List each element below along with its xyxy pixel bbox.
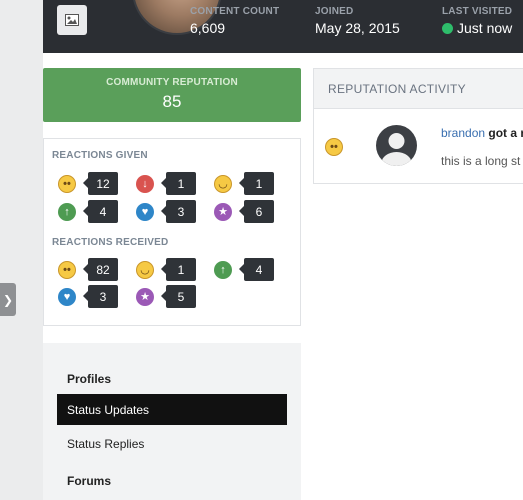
reactions-given-title: REACTIONS GIVEN — [52, 150, 148, 161]
stat-value: May 28, 2015 — [315, 20, 400, 36]
reaction-received-trophy[interactable]: ★ 5 — [136, 285, 196, 308]
stat-value: 6,609 — [190, 20, 226, 36]
trophy-icon: ★ — [214, 202, 232, 221]
user-avatar[interactable] — [376, 125, 417, 166]
reputation-label: COMMUNITY REPUTATION — [106, 77, 238, 88]
thumbs-up-icon: ↑ — [214, 260, 232, 279]
heart-icon: ♥ — [58, 287, 76, 306]
reaction-given-heart[interactable]: ♥ 3 — [136, 200, 196, 223]
reaction-count: 1 — [239, 172, 274, 195]
reaction-received-heart[interactable]: ♥ 3 — [58, 285, 118, 308]
reaction-count: 4 — [239, 258, 274, 281]
activity-line: brandon got a r — [441, 126, 523, 140]
activity-user-link[interactable]: brandon — [441, 126, 485, 140]
stat-joined: JOINED May 28, 2015 — [315, 6, 400, 36]
reaction-count: 82 — [83, 258, 118, 281]
reaction-count: 6 — [239, 200, 274, 223]
nav-heading-forums: Forums — [67, 474, 112, 488]
reaction-given-confused[interactable]: •• 12 — [58, 172, 118, 195]
haha-icon: ◡ — [136, 260, 154, 279]
cover-photo-button[interactable] — [57, 5, 87, 35]
image-icon — [65, 14, 79, 26]
reaction-count: 1 — [161, 172, 196, 195]
last-visited-value: Just now — [457, 20, 513, 36]
haha-icon: ◡ — [214, 174, 232, 193]
reaction-received-confused[interactable]: •• 82 — [58, 258, 118, 281]
reaction-given-thumbs-down[interactable]: ↓ 1 — [136, 172, 196, 195]
thumbs-up-icon: ↑ — [58, 202, 76, 221]
reaction-given-trophy[interactable]: ★ 6 — [214, 200, 274, 223]
community-reputation[interactable]: COMMUNITY REPUTATION 85 — [43, 68, 301, 122]
reaction-received-haha[interactable]: ◡ 1 — [136, 258, 196, 281]
reaction-given-haha[interactable]: ◡ 1 — [214, 172, 274, 195]
stat-last-visited: LAST VISITED Just now — [442, 6, 512, 36]
reaction-count: 3 — [83, 285, 118, 308]
reaction-count: 1 — [161, 258, 196, 281]
chevron-right-icon: ❯ — [2, 292, 14, 307]
stat-label: JOINED — [315, 6, 354, 17]
reaction-count: 12 — [83, 172, 118, 195]
confused-icon: •• — [58, 260, 76, 279]
nav-item-status-updates[interactable]: Status Updates — [57, 394, 287, 425]
left-gutter — [0, 0, 43, 500]
trophy-icon: ★ — [136, 287, 154, 306]
heart-icon: ♥ — [136, 202, 154, 221]
reaction-given-thumbs-up[interactable]: ↑ 4 — [58, 200, 118, 223]
nav-heading-profiles: Profiles — [67, 372, 112, 386]
stat-content-count: CONTENT COUNT 6,609 — [190, 6, 279, 36]
default-user-icon — [381, 133, 412, 166]
thumbs-down-icon: ↓ — [136, 174, 154, 193]
activity-title[interactable]: got a r — [488, 126, 523, 140]
reputation-value: 85 — [162, 92, 182, 111]
reaction-count: 4 — [83, 200, 118, 223]
stat-label: CONTENT COUNT — [190, 6, 280, 17]
reaction-count: 5 — [161, 285, 196, 308]
reputation-activity-panel: REPUTATION ACTIVITY •• brandon got a r t… — [313, 68, 523, 184]
profile-content-nav: Profiles Status Updates Status Replies F… — [43, 343, 301, 500]
online-status-icon — [442, 22, 453, 34]
nav-item-status-replies[interactable]: Status Replies — [57, 428, 287, 459]
reputation-activity-title: REPUTATION ACTIVITY — [314, 69, 523, 109]
confused-icon: •• — [58, 174, 76, 193]
stat-label: LAST VISITED — [442, 6, 513, 17]
reaction-received-thumbs-up[interactable]: ↑ 4 — [214, 258, 274, 281]
reactions-received-title: REACTIONS RECEIVED — [52, 237, 169, 248]
activity-snippet: this is a long st — [441, 154, 521, 168]
reaction-count: 3 — [161, 200, 196, 223]
sidebar-toggle-button[interactable]: ❯ — [0, 283, 16, 316]
reactions-panel: REACTIONS GIVEN •• 12 ↓ 1 ◡ 1 ↑ 4 ♥ 3 ★ … — [43, 138, 301, 326]
stat-value: Just now — [442, 20, 512, 36]
confused-icon: •• — [325, 138, 343, 156]
